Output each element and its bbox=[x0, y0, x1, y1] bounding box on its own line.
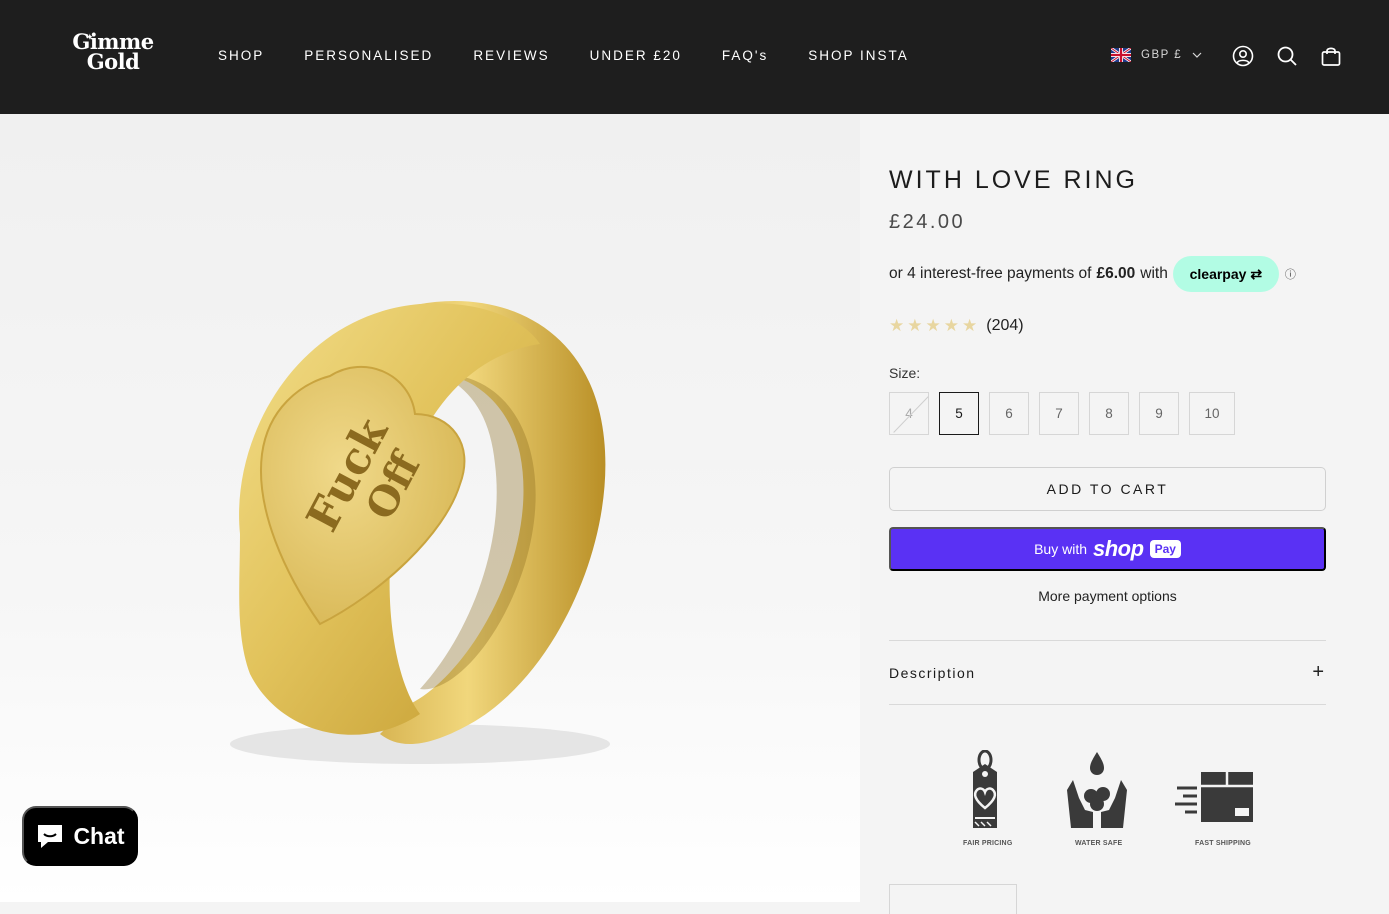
size-label: Size: bbox=[889, 365, 921, 381]
product-gallery[interactable]: Fuck Off bbox=[0, 114, 860, 902]
star-icon: ★ bbox=[925, 316, 941, 335]
nav-item-faqs[interactable]: FAQ's bbox=[722, 48, 768, 63]
clearpay-amount: £6.00 bbox=[1096, 265, 1136, 282]
clearpay-prefix: or 4 interest-free payments of bbox=[889, 265, 1092, 282]
product-image-ring: Fuck Off bbox=[230, 300, 610, 764]
clearpay-suffix: with bbox=[1140, 265, 1168, 282]
flag-uk-icon bbox=[1111, 48, 1131, 62]
pay-logo: Pay bbox=[1149, 540, 1181, 558]
size-option-8[interactable]: 8 bbox=[1089, 392, 1129, 435]
badge-label-fast-shipping: FAST SHIPPING bbox=[1195, 840, 1251, 847]
chat-bubble-icon bbox=[38, 825, 63, 848]
shop-logo: shop bbox=[1093, 536, 1144, 561]
nav-item-shop[interactable]: SHOP bbox=[218, 48, 264, 63]
clearpay-logo[interactable]: clearpay ⇄ bbox=[1172, 256, 1279, 292]
site-header: ✦ Gimme Gold SHOP PERSONALISED REVIEWS U… bbox=[0, 0, 1389, 114]
main-nav: SHOP PERSONALISED REVIEWS UNDER £20 FAQ'… bbox=[218, 48, 949, 63]
chevron-down-icon bbox=[1192, 52, 1202, 58]
star-icon: ★ bbox=[907, 316, 923, 335]
description-label: Description bbox=[889, 664, 976, 681]
clearpay-logo-text: clearpay bbox=[1189, 266, 1247, 282]
currency-selector[interactable]: GBP £ bbox=[1111, 48, 1202, 62]
size-option-4[interactable]: 4 bbox=[889, 392, 929, 435]
product-rating[interactable]: ★ ★ ★ ★ ★ (204) bbox=[889, 316, 1024, 336]
buy-with-label: Buy with bbox=[1034, 541, 1087, 557]
size-option-7[interactable]: 7 bbox=[1039, 392, 1079, 435]
star-icon: ★ bbox=[943, 316, 959, 335]
chat-label: Chat bbox=[73, 822, 125, 849]
logo-line-2: Gold bbox=[86, 49, 140, 74]
review-count: (204) bbox=[986, 317, 1024, 334]
nav-item-under-20[interactable]: UNDER £20 bbox=[590, 48, 682, 63]
fast-shipping-box-icon bbox=[1175, 772, 1253, 822]
logo[interactable]: ✦ Gimme Gold bbox=[70, 31, 156, 80]
water-safe-hands-icon bbox=[1067, 752, 1127, 828]
size-option-5[interactable]: 5 bbox=[939, 392, 979, 435]
product-title: WITH LOVE RING bbox=[889, 166, 1138, 194]
price-tag-heart-icon bbox=[973, 750, 997, 828]
size-option-6[interactable]: 6 bbox=[989, 392, 1029, 435]
add-to-cart-button[interactable]: ADD TO CART bbox=[889, 467, 1326, 511]
star-icon: ★ bbox=[962, 316, 978, 335]
description-accordion[interactable]: Description + bbox=[889, 640, 1326, 705]
star-icon: ★ bbox=[889, 316, 905, 335]
partial-box bbox=[889, 884, 1017, 914]
nav-item-personalised[interactable]: PERSONALISED bbox=[304, 48, 433, 63]
account-icon[interactable] bbox=[1232, 45, 1254, 67]
product-price: £24.00 bbox=[889, 211, 966, 233]
more-payment-options-link[interactable]: More payment options bbox=[889, 588, 1326, 604]
header-actions bbox=[1232, 45, 1342, 67]
plus-icon: + bbox=[1312, 661, 1324, 683]
size-selector: 4 5 6 7 8 9 10 bbox=[889, 392, 1235, 435]
trust-badges: FAIR PRICING WATER SAFE FAST SHIPPING bbox=[949, 744, 1269, 854]
badge-label-fair-pricing: FAIR PRICING bbox=[963, 840, 1013, 847]
size-option-9[interactable]: 9 bbox=[1139, 392, 1179, 435]
shop-pay-button[interactable]: Buy with shop Pay bbox=[889, 527, 1326, 571]
clearpay-message: or 4 interest-free payments of £6.00 wit… bbox=[889, 256, 1296, 292]
badge-label-water-safe: WATER SAFE bbox=[1075, 840, 1123, 847]
clearpay-arrow-icon: ⇄ bbox=[1250, 266, 1263, 282]
info-icon[interactable]: ⓘ bbox=[1285, 266, 1296, 282]
sparkle-icon: ✦ bbox=[86, 33, 94, 43]
nav-item-reviews[interactable]: REVIEWS bbox=[473, 48, 549, 63]
search-icon[interactable] bbox=[1276, 45, 1298, 67]
chat-button[interactable]: Chat bbox=[22, 806, 138, 866]
cart-icon[interactable] bbox=[1320, 45, 1342, 67]
currency-label: GBP £ bbox=[1141, 49, 1183, 61]
nav-item-shop-insta[interactable]: SHOP INSTA bbox=[808, 48, 909, 63]
size-option-10[interactable]: 10 bbox=[1189, 392, 1235, 435]
